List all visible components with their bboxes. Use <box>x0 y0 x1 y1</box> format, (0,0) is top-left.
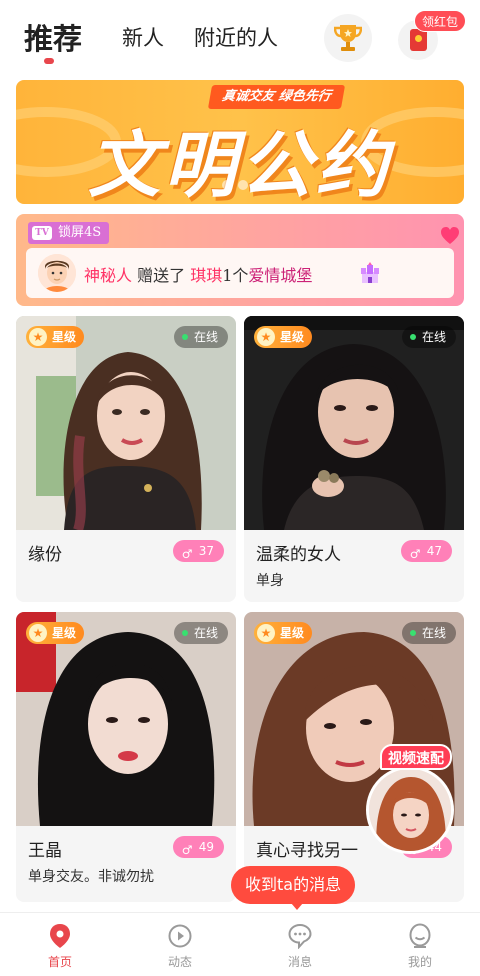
like-pin-icon: ♂ <box>181 547 193 561</box>
lock-screen-label: 锁屏4S <box>58 225 102 240</box>
nav-profile[interactable]: 我的 <box>390 919 450 976</box>
chat-bubble-icon <box>288 923 312 949</box>
gift-receiver[interactable]: 琪琪 <box>190 266 222 285</box>
lock-screen-tag: TV 锁屏4S <box>28 222 110 244</box>
level-badge-label: 星级 <box>52 626 77 640</box>
level-badge: ★ 星级 <box>254 326 313 348</box>
nav-messages[interactable]: 消息 <box>270 919 330 976</box>
app-root: 推荐 新人 附近的人 领红包 真诚交友 绿色先行 文明公约 TV 锁屏4S 神秘… <box>0 0 480 976</box>
gift-marquee[interactable]: TV 锁屏4S 神秘人 赠送了 琪琪1个爱情城堡 <box>16 214 464 306</box>
location-pin-icon <box>50 924 70 948</box>
star-icon: ★ <box>257 624 275 642</box>
bottom-nav: 首页 动态 消息 我的 <box>0 912 480 976</box>
gift-count: 1个 <box>222 266 249 285</box>
card-name: 温柔的女人 <box>256 545 341 565</box>
tab-recommend[interactable]: 推荐 <box>24 16 82 58</box>
smile-face-icon <box>409 923 431 948</box>
nav-feed[interactable]: 动态 <box>150 919 210 976</box>
tab-newcomers[interactable]: 新人 <box>122 22 164 52</box>
tv-icon: TV <box>32 226 52 240</box>
card-subtitle: 单身 <box>256 573 284 589</box>
likes-count: 37 <box>198 544 214 558</box>
profile-photo[interactable] <box>244 316 464 530</box>
video-match-avatar <box>366 766 454 854</box>
active-tab-indicator <box>44 58 54 64</box>
like-pin-icon: ♂ <box>409 547 421 561</box>
profile-card[interactable]: ★ 星级 在线 缘份 ♂ 37 <box>16 316 236 602</box>
likes-badge[interactable]: ♂ 37 <box>172 540 224 562</box>
likes-badge[interactable]: ♂ 47 <box>400 540 452 562</box>
banner-dot-active[interactable] <box>254 180 264 190</box>
banner-dot[interactable] <box>222 180 232 190</box>
online-status: 在线 <box>173 326 228 348</box>
card-name: 缘份 <box>28 545 62 565</box>
castle-icon <box>361 262 379 283</box>
card-subtitle: 单身交友。非诚勿扰 <box>28 869 154 885</box>
gift-sender[interactable]: 神秘人 <box>84 266 132 285</box>
ranking-button[interactable] <box>324 14 372 62</box>
red-packet-icon <box>410 29 427 51</box>
online-status: 在线 <box>401 622 456 644</box>
nav-feed-label: 动态 <box>167 955 192 969</box>
video-match-label: 视频速配 <box>380 744 452 770</box>
top-tab-bar: 推荐 新人 附近的人 领红包 <box>0 0 480 72</box>
level-badge: ★ 星级 <box>254 622 313 644</box>
likes-count: 47 <box>426 544 442 558</box>
banner-dot[interactable] <box>238 180 248 190</box>
heart-icon <box>441 227 459 244</box>
nav-home-label: 首页 <box>47 955 72 969</box>
red-packet-badge[interactable]: 领红包 <box>414 10 467 32</box>
card-name: 真心寻找另一 <box>256 841 358 861</box>
profile-card[interactable]: ★ 星级 在线 王晶 单身交友。非诚勿扰 ♂ 49 <box>16 612 236 902</box>
level-badge: ★ 星级 <box>26 326 85 348</box>
like-pin-icon: ♂ <box>181 843 193 857</box>
civility-banner[interactable]: 真诚交友 绿色先行 文明公约 <box>16 80 464 204</box>
gift-verb: 赠送了 <box>137 266 186 285</box>
level-badge-label: 星级 <box>280 626 305 640</box>
video-match-button[interactable]: 视频速配 <box>362 744 458 856</box>
likes-count: 49 <box>198 840 214 854</box>
profile-photo[interactable] <box>16 316 236 530</box>
star-icon: ★ <box>29 328 47 346</box>
play-circle-icon <box>168 924 192 948</box>
likes-badge[interactable]: ♂ 49 <box>172 836 224 858</box>
gift-name: 爱情城堡 <box>248 266 313 285</box>
level-badge-label: 星级 <box>280 330 305 344</box>
star-icon: ★ <box>257 328 275 346</box>
profile-card[interactable]: ★ 星级 在线 温柔的女人 单身 ♂ 47 <box>244 316 464 602</box>
online-status: 在线 <box>173 622 228 644</box>
card-name: 王晶 <box>28 841 62 861</box>
level-badge: ★ 星级 <box>26 622 85 644</box>
level-badge-label: 星级 <box>52 330 77 344</box>
gift-message: 神秘人 赠送了 琪琪1个爱情城堡 <box>26 248 454 298</box>
profile-photo[interactable] <box>16 612 236 826</box>
nav-profile-label: 我的 <box>407 955 432 969</box>
tab-nearby[interactable]: 附近的人 <box>194 22 278 52</box>
sender-avatar <box>38 254 76 292</box>
trophy-icon <box>334 25 362 51</box>
gift-text: 神秘人 赠送了 琪琪1个爱情城堡 <box>84 262 312 286</box>
online-status: 在线 <box>401 326 456 348</box>
nav-home[interactable]: 首页 <box>30 919 90 976</box>
star-icon: ★ <box>29 624 47 642</box>
nav-messages-label: 消息 <box>287 955 312 969</box>
new-message-toast[interactable]: 收到ta的消息 <box>231 866 356 910</box>
